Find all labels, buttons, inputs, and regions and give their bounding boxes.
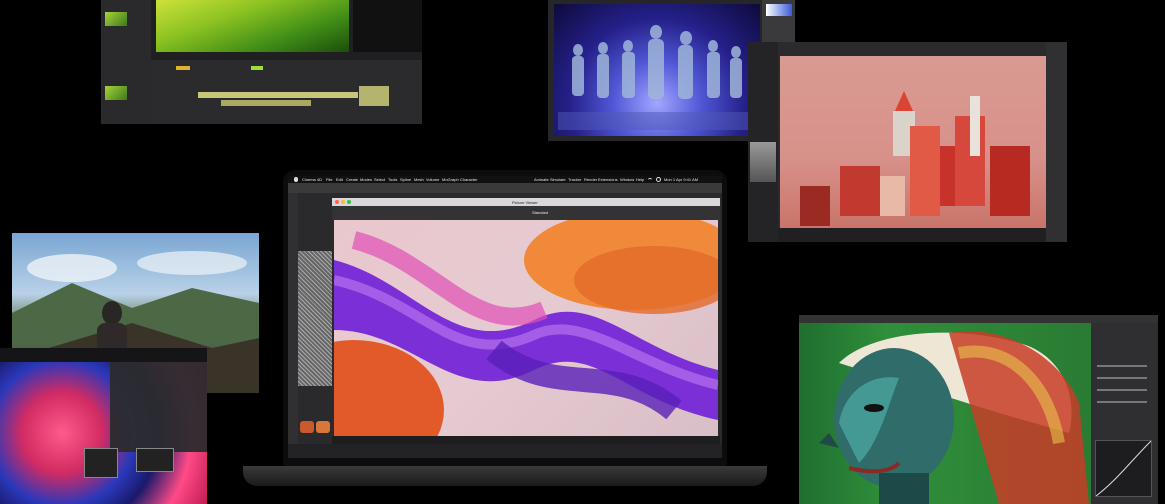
tab-standard[interactable]: Standard [532, 210, 548, 215]
viewer-title: Picture Viewer [512, 200, 538, 205]
menu-extensions[interactable]: Extensions [598, 177, 618, 182]
minimize-button[interactable] [341, 200, 345, 204]
contrast-slider[interactable] [1097, 377, 1147, 379]
apple-icon[interactable] [294, 177, 298, 182]
menu-tools[interactable]: Tools [388, 177, 397, 182]
bottom-timeline [778, 228, 1046, 242]
zoom-button[interactable] [347, 200, 351, 204]
editor-titlebar [799, 315, 1158, 323]
mesh-preview [298, 251, 332, 386]
saturation-slider[interactable] [1097, 389, 1147, 391]
macbook-base [243, 466, 767, 486]
menu-create[interactable]: Create [346, 177, 358, 182]
menu-character[interactable]: Character [460, 177, 478, 182]
inspector-panel [110, 362, 207, 452]
menu-clock: Mon 1 Apr 9:41 AM [664, 177, 699, 182]
scopes-panel [353, 0, 422, 52]
highlights-slider[interactable] [1097, 401, 1147, 403]
menu-animate[interactable]: Animate [534, 177, 549, 182]
program-monitor [156, 0, 349, 52]
material-swatch[interactable] [316, 421, 330, 433]
curves-graph[interactable] [1095, 440, 1152, 497]
bottom-bar [288, 444, 722, 458]
close-button[interactable] [335, 200, 339, 204]
menu-render[interactable]: Render [584, 177, 597, 182]
wifi-icon[interactable] [648, 178, 652, 182]
menu-select[interactable]: Select [374, 177, 385, 182]
3d-viewport [780, 56, 1046, 228]
material-swatch[interactable] [300, 421, 314, 433]
timeline-clip[interactable] [221, 100, 311, 106]
menu-help[interactable]: Help [636, 177, 644, 182]
source-thumbnail[interactable] [105, 12, 127, 26]
menu-file[interactable]: File [326, 177, 332, 182]
video-editor-window [101, 0, 422, 124]
node-editor-window [0, 348, 207, 504]
dancers-photo [558, 20, 758, 130]
app-toolbar [288, 183, 722, 193]
color-picker[interactable] [766, 4, 792, 16]
render-image [334, 220, 718, 436]
picture-viewer-titlebar: Picture Viewer [332, 198, 720, 206]
source-thumbnail[interactable] [105, 86, 127, 100]
tool-strip [288, 193, 298, 451]
status-bar [332, 436, 720, 444]
menu-spline[interactable]: Spline [400, 177, 411, 182]
3d-editor-window [748, 42, 1067, 242]
macbook-screen: Cinema 4D File Edit Create Modes Select … [288, 176, 722, 458]
menu-volume[interactable]: Volume [426, 177, 439, 182]
app-name[interactable]: Cinema 4D [302, 177, 322, 182]
menu-tracker[interactable]: Tracker [568, 177, 581, 182]
node[interactable] [136, 448, 174, 472]
viewer-toolbar: Standard [332, 206, 720, 220]
menu-mesh[interactable]: Mesh [414, 177, 424, 182]
properties-panel [1046, 42, 1067, 242]
timeline-clip[interactable] [198, 92, 358, 98]
portrait-photo [799, 323, 1091, 504]
search-icon[interactable] [656, 177, 661, 182]
timeline-clip[interactable] [359, 86, 389, 106]
portrait-editor-window [799, 315, 1158, 504]
menu-window[interactable]: Window [620, 177, 634, 182]
menu-simulate[interactable]: Simulate [550, 177, 566, 182]
timeline-marker[interactable] [251, 66, 263, 70]
timeline-marker[interactable] [176, 66, 190, 70]
menu-mograph[interactable]: MoGraph [442, 177, 459, 182]
menu-edit[interactable]: Edit [336, 177, 343, 182]
menu-bar: Cinema 4D File Edit Create Modes Select … [288, 176, 722, 183]
node[interactable] [84, 448, 118, 478]
reference-image [750, 142, 776, 182]
menu-modes[interactable]: Modes [360, 177, 372, 182]
exposure-slider[interactable] [1097, 365, 1147, 367]
